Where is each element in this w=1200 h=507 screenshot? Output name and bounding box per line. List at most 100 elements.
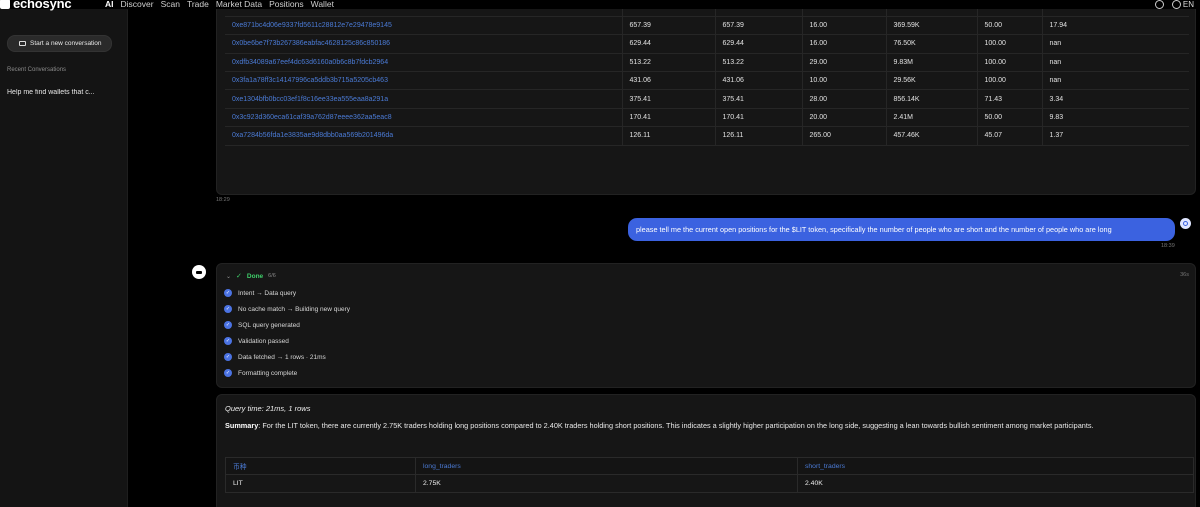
table-row: LIT 2.75K 2.40K [225,474,1194,493]
step-check-icon: ✓ [224,289,232,297]
nav-item-market-data[interactable]: Market Data [216,0,262,9]
table-cell: LIT [225,474,416,493]
table-cell: 10.00 [802,71,887,91]
table-cell: 1.37 [1042,126,1189,146]
brand-logo[interactable]: echosync [0,0,72,11]
step-item: ✓ Validation passed [224,337,289,345]
language-selector[interactable]: EN [1171,0,1194,9]
table-cell: 76.50K [886,34,978,54]
assistant-avatar [192,265,206,279]
table-cell: 126.11 [715,126,803,146]
steps-status: Done [246,272,264,280]
table-cell: 2.75K [415,474,798,493]
column-header-long-traders[interactable]: long_traders [415,457,798,475]
table-cell: 50.00 [977,108,1043,128]
table-cell: 375.41 [622,89,716,109]
table-cell: 16.00 [802,34,887,54]
wallet-address-link[interactable]: 0x3fa1a78ff3c14147996ca5ddb3b715a5205cb4… [225,71,623,91]
top-nav: echosync AI Discover Scan Trade Market D… [0,0,1200,11]
process-steps-card: ⌄ ✓ Done 6/6 36s ✓ Intent → Data query ✓ No… [216,263,1196,388]
steps-header[interactable]: ⌄ ✓ Done 6/6 [226,272,276,281]
table-cell: 457.46K [886,126,978,146]
message-timestamp: 18:29 [216,197,230,203]
recent-heading: Recent Conversations [7,67,67,73]
wallet-address-link[interactable]: 0xe871bc4d06e9337fd5611c28812e7e29478e91… [225,16,623,36]
table-cell: 71.43 [977,89,1043,109]
table-cell: 513.22 [622,53,716,73]
nav-item-trade[interactable]: Trade [187,0,209,9]
table-cell: 629.44 [622,34,716,54]
table-row: 0xa7284b56fda1e3835ae9d8dbb0aa569b201496… [225,126,1189,146]
brand-name: echosync [13,0,72,11]
step-label: Formatting complete [238,369,298,377]
table-row: 0xe1304bfb0bcc03ef1f8c16ee33ea555eaa8a29… [225,89,1189,109]
nav-item-discover[interactable]: Discover [121,0,154,9]
step-label: Validation passed [238,337,289,345]
table-cell: 45.07 [977,126,1043,146]
sidebar: Start a new conversation Recent Conversa… [0,9,128,507]
table-row: 0xe871bc4d06e9337fd5611c28812e7e29478e91… [225,16,1189,36]
wallet-table: 0xe197bf4b4fa41b38a6617c62cb02481cffa926… [225,0,1189,146]
table-cell: 17.94 [1042,16,1189,36]
table-cell: 9.83M [886,53,978,73]
table-row: 0x0be6be7f73b267386eabfac4628125c86c8501… [225,34,1189,54]
wallet-address-link[interactable]: 0x0be6be7f73b267386eabfac4628125c86c8501… [225,34,623,54]
column-header-short-traders[interactable]: short_traders [797,457,1194,475]
nav-item-positions[interactable]: Positions [269,0,304,9]
step-label: Intent → Data query [238,289,297,297]
step-check-icon: ✓ [224,337,232,345]
step-check-icon: ✓ [224,369,232,377]
table-cell: 513.22 [715,53,803,73]
table-cell: 2.41M [886,108,978,128]
query-time: Query time: 21ms, 1 rows [225,404,311,413]
nav-item-scan[interactable]: Scan [161,0,180,9]
globe-icon [1171,0,1181,9]
user-icon [1183,221,1188,226]
step-check-icon: ✓ [224,353,232,361]
summary-text: Summary: For the LIT token, there are cu… [225,420,1155,432]
new-conversation-button[interactable]: Start a new conversation [7,35,112,52]
brand-mark-icon [0,0,10,9]
language-label: EN [1182,0,1194,9]
wallet-address-link[interactable]: 0x3c923d360eca61caf39a762d87eeee362aa5ea… [225,108,623,128]
step-item: ✓ No cache match → Building new query [224,305,350,313]
table-cell: 9.83 [1042,108,1189,128]
table-cell: 20.00 [802,108,887,128]
step-check-icon: ✓ [224,321,232,329]
table-cell: 100.00 [977,53,1043,73]
nav-item-ai[interactable]: AI [105,0,114,9]
step-label: Data fetched → 1 rows · 21ms [238,353,326,361]
step-item: ✓ SQL query generated [224,321,300,329]
nav-item-wallet[interactable]: Wallet [311,0,334,9]
step-check-icon: ✓ [224,305,232,313]
step-item: ✓ Data fetched → 1 rows · 21ms [224,353,326,361]
step-label: No cache match → Building new query [238,305,351,313]
user-avatar [1180,218,1191,229]
chevron-down-icon[interactable]: ⌄ [226,273,231,280]
table-row: 0x3fa1a78ff3c14147996ca5ddb3b715a5205cb4… [225,71,1189,91]
result-table: 币种 long_traders short_traders LIT 2.75K … [225,457,1194,493]
table-cell: 375.41 [715,89,803,109]
table-cell: 16.00 [802,16,887,36]
table-cell: 657.39 [622,16,716,36]
wallet-address-link[interactable]: 0xa7284b56fda1e3835ae9d8dbb0aa569b201496… [225,126,623,146]
table-cell: 170.41 [715,108,803,128]
column-header-token[interactable]: 币种 [225,457,416,475]
table-cell: nan [1042,53,1189,73]
wallet-address-link[interactable]: 0xe1304bfb0bcc03ef1f8c16ee33ea555eaa8a29… [225,89,623,109]
table-cell: 100.00 [977,34,1043,54]
check-icon: ✓ [236,273,242,280]
table-cell: 431.06 [715,71,803,91]
table-cell: 856.14K [886,89,978,109]
table-cell: 2.40K [805,480,823,487]
wallet-address-link[interactable]: 0xdfb34089a67eef4dc63d6160a0b6c8b7fdcb29… [225,53,623,73]
chat-area[interactable]: 0xe197bf4b4fa41b38a6617c62cb02481cffa926… [128,0,1200,507]
table-cell: 28.00 [802,89,887,109]
download-icon[interactable] [1154,0,1164,9]
table-cell: 431.06 [622,71,716,91]
table-cell: 3.34 [1042,89,1189,109]
recent-conversation-item[interactable]: Help me find wallets that c... [7,89,122,96]
wallet-results-card: 0xe197bf4b4fa41b38a6617c62cb02481cffa926… [216,0,1196,195]
nav-menu: AI Discover Scan Trade Market Data Posit… [105,0,334,9]
table-cell: 170.41 [622,108,716,128]
